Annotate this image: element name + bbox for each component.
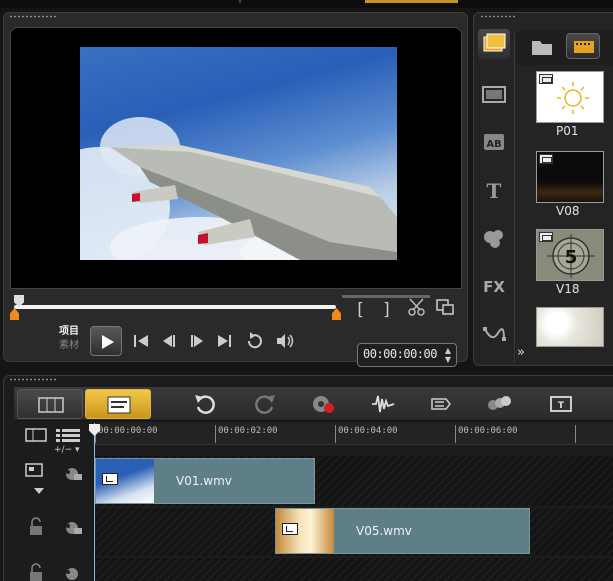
panel-grip[interactable] — [480, 15, 516, 18]
overlay-track-controls[interactable] — [14, 508, 93, 556]
timeline-panel: T +/− ▾ 00:00:00:00 00:00:02:00 00:00:04… — [3, 375, 613, 581]
previous-frame-icon[interactable] — [158, 331, 180, 351]
video-badge-icon — [539, 232, 553, 242]
library-thumb-next[interactable] — [536, 307, 604, 347]
zoom-control[interactable]: +/− ▾ — [54, 445, 80, 455]
airplane-wing-image — [80, 117, 397, 260]
transition-icon[interactable]: AB — [478, 127, 510, 157]
title-track-header — [14, 558, 93, 581]
clip-name: V05.wmv — [356, 524, 412, 538]
menu-separator — [239, 0, 241, 3]
timeline-playhead[interactable] — [94, 423, 95, 581]
trim-out-marker[interactable] — [332, 308, 341, 320]
track-manager-icon[interactable] — [14, 424, 93, 446]
undo-icon[interactable] — [192, 391, 218, 417]
graphic-icon[interactable] — [478, 223, 510, 253]
folder-icon[interactable] — [528, 33, 556, 61]
motion-tracking-icon[interactable] — [486, 391, 512, 417]
timecode-value[interactable]: 00:00:00:00 — [363, 347, 437, 361]
timeline-view-icon — [107, 396, 131, 414]
svg-text:FX: FX — [483, 278, 505, 296]
timeline-view-button[interactable] — [85, 389, 151, 419]
library-thumb-v08[interactable] — [536, 151, 604, 203]
timecode-spinner[interactable]: ▲ ▼ — [443, 346, 453, 364]
subtitle-editor-icon[interactable]: T — [548, 391, 574, 417]
path-icon[interactable] — [478, 319, 510, 349]
title-track-controls[interactable] — [14, 558, 93, 581]
timeline-clip-v05[interactable]: V05.wmv — [275, 508, 530, 554]
mark-out-button[interactable]: ] — [376, 300, 398, 320]
active-step-indicator[interactable] — [365, 0, 458, 3]
svg-text:T: T — [487, 179, 502, 203]
record-capture-icon[interactable] — [310, 391, 336, 417]
ruler-label: 00:00:02:00 — [218, 426, 278, 436]
split-clip-icon[interactable] — [406, 297, 428, 317]
next-frame-icon[interactable] — [186, 331, 208, 351]
ruler-label: 00:00:00:00 — [98, 426, 158, 436]
panel-grip[interactable] — [9, 378, 57, 381]
preview-frame — [80, 47, 397, 260]
scrubber[interactable] — [10, 295, 341, 325]
sound-mixer-icon[interactable] — [370, 391, 396, 417]
home-icon[interactable] — [130, 331, 152, 351]
title-icon[interactable]: T — [478, 175, 510, 205]
video-editor-window: [ ] 项目 素材 00:00:00:00 ▲ ▼ AB T FX P01 V0… — [0, 0, 613, 581]
instant-project-icon[interactable] — [478, 79, 510, 109]
filmstrip-icon — [38, 397, 64, 413]
video-track[interactable]: V01.wmv — [93, 456, 613, 506]
library-label-v08: V08 — [556, 204, 580, 218]
library-label-v18: V18 — [556, 282, 580, 296]
ruler-label: 00:00:04:00 — [338, 426, 398, 436]
preview-screen — [10, 27, 462, 289]
show-videos-icon[interactable] — [566, 33, 600, 59]
library-panel: AB T FX P01 V08 5 V18 — [473, 12, 613, 366]
timecode-field[interactable]: 00:00:00:00 ▲ ▼ — [357, 343, 457, 367]
svg-text:T: T — [558, 401, 565, 411]
play-button[interactable] — [90, 326, 122, 356]
menu-strip — [0, 0, 613, 8]
expand-library-icon[interactable]: » — [517, 346, 535, 361]
scrubber-track[interactable] — [14, 305, 336, 309]
overlay-track[interactable]: V05.wmv — [93, 508, 613, 556]
volume-icon[interactable] — [274, 331, 296, 351]
library-thumb-v18[interactable]: 5 — [536, 229, 604, 281]
title-track[interactable] — [93, 558, 613, 581]
ruler-label: 00:00:06:00 — [458, 426, 518, 436]
clip-type-icon — [282, 523, 298, 535]
clip-name: V01.wmv — [176, 474, 232, 488]
auto-music-icon[interactable] — [428, 391, 454, 417]
panel-grip[interactable] — [9, 15, 57, 18]
image-badge-icon — [539, 74, 553, 84]
overlay-track-header — [14, 508, 93, 556]
timeline-ruler[interactable]: 00:00:00:00 00:00:02:00 00:00:04:00 00:0… — [93, 423, 613, 445]
redo-icon[interactable] — [252, 391, 278, 417]
enlarge-preview-icon[interactable] — [434, 297, 456, 317]
library-thumb-p01[interactable] — [536, 71, 604, 123]
video-track-controls[interactable] — [14, 456, 93, 506]
clip-type-icon — [102, 473, 118, 485]
filter-fx-icon[interactable]: FX — [478, 271, 510, 301]
preview-panel: [ ] 项目 素材 00:00:00:00 ▲ ▼ — [3, 12, 468, 367]
timeline-toolbar: T — [14, 387, 613, 421]
video-track-header — [14, 456, 93, 506]
storyboard-view-button[interactable] — [17, 389, 83, 419]
trim-in-marker[interactable] — [10, 308, 19, 320]
repeat-icon[interactable] — [244, 331, 266, 351]
library-label-p01: P01 — [556, 124, 579, 138]
timeline-clip-v01[interactable]: V01.wmv — [95, 458, 315, 504]
svg-text:AB: AB — [486, 139, 501, 150]
media-icon[interactable] — [478, 29, 510, 59]
video-badge-icon — [539, 154, 553, 164]
svg-text:5: 5 — [565, 247, 578, 268]
library-divider — [514, 33, 515, 363]
play-mode-switch[interactable]: 项目 素材 — [54, 325, 84, 353]
track-header-top — [14, 424, 93, 446]
mode-clip-label[interactable]: 素材 — [54, 339, 84, 353]
mode-project-label[interactable]: 项目 — [54, 325, 84, 339]
end-icon[interactable] — [214, 331, 236, 351]
mark-in-button[interactable]: [ — [349, 300, 371, 320]
